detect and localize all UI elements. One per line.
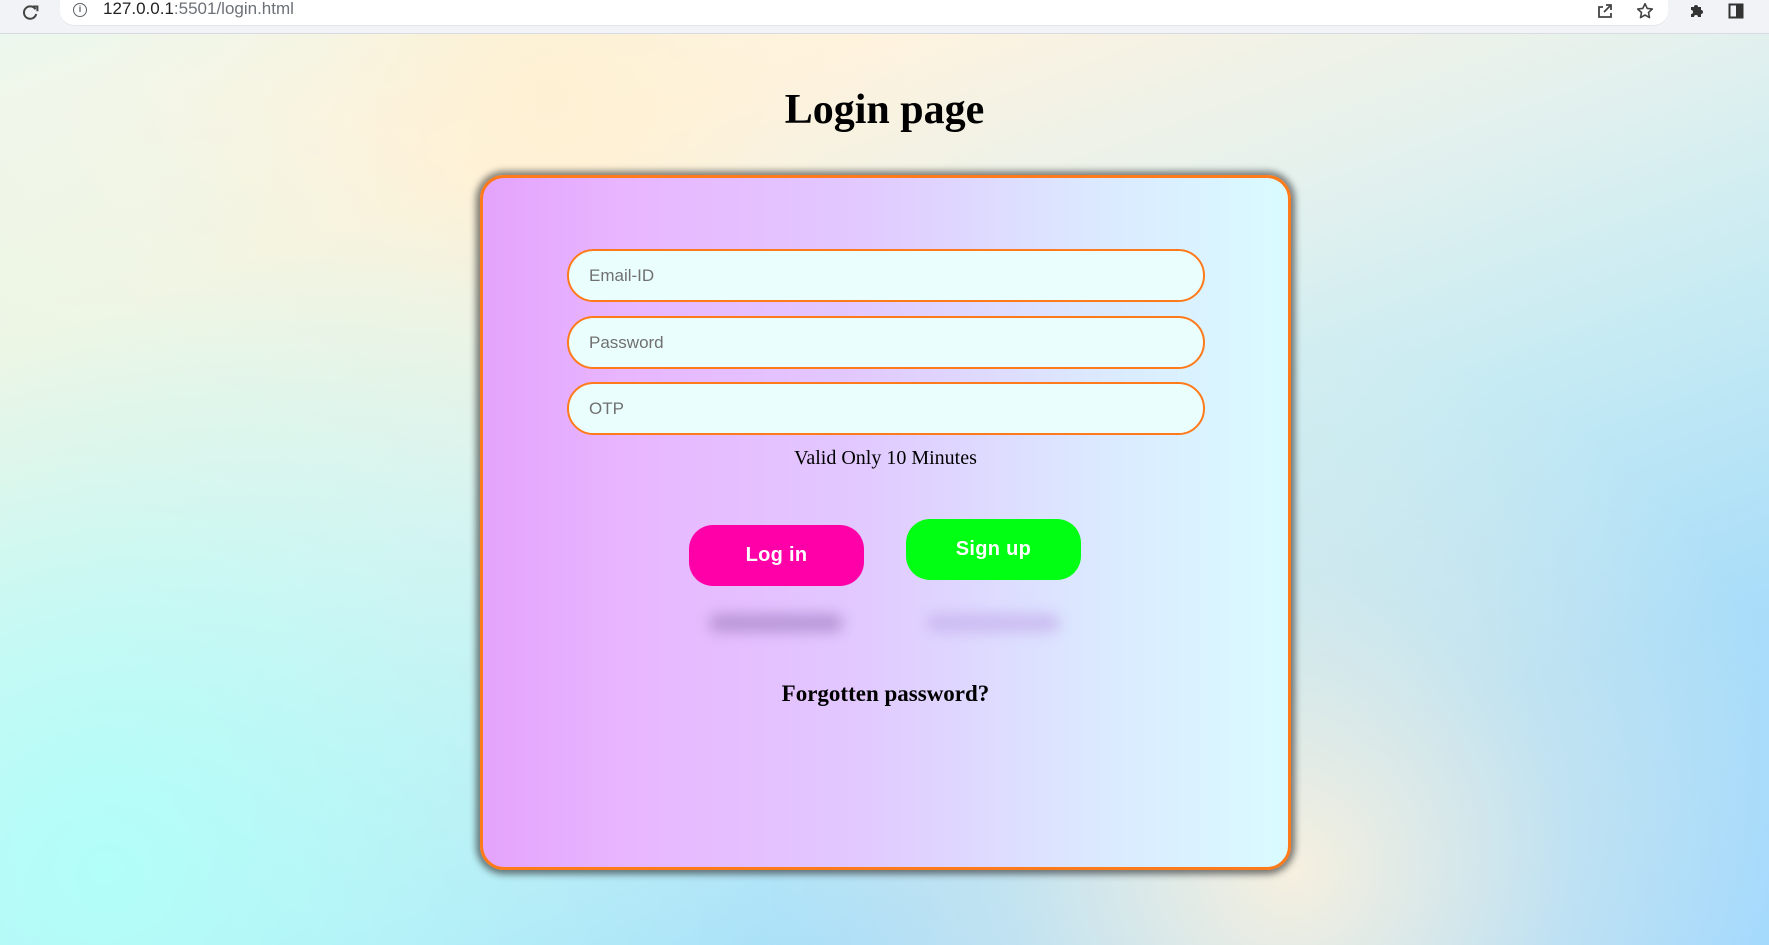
address-bar-actions (1594, 0, 1656, 22)
login-card: Valid Only 10 Minutes Log in Sign up For… (480, 175, 1291, 870)
url-path: :5501/login.html (173, 0, 294, 18)
password-field[interactable] (567, 316, 1205, 369)
login-button-shadow (709, 614, 843, 632)
signup-button-shadow (926, 614, 1060, 632)
reload-icon[interactable] (17, 0, 43, 24)
page-title: Login page (784, 87, 985, 133)
url-host: 127.0.0.1 (103, 0, 174, 18)
url-text: 127.0.0.1:5501/login.html (103, 0, 294, 19)
puzzle-icon[interactable] (1685, 0, 1707, 22)
forgotten-password-link[interactable]: Forgotten password? (483, 680, 1288, 708)
signup-button[interactable]: Sign up (906, 519, 1081, 580)
sidebar-icon[interactable] (1725, 0, 1747, 22)
address-bar[interactable]: i 127.0.0.1:5501/login.html (60, 0, 1668, 26)
star-icon[interactable] (1634, 0, 1656, 22)
browser-extension-icons (1685, 0, 1747, 22)
info-icon[interactable]: i (73, 3, 87, 17)
email-field[interactable] (567, 249, 1205, 302)
login-button[interactable]: Log in (689, 525, 864, 586)
browser-toolbar: i 127.0.0.1:5501/login.html (0, 0, 1769, 34)
share-icon[interactable] (1594, 0, 1616, 22)
otp-field[interactable] (567, 382, 1205, 435)
otp-validity-note: Valid Only 10 Minutes (794, 447, 977, 469)
